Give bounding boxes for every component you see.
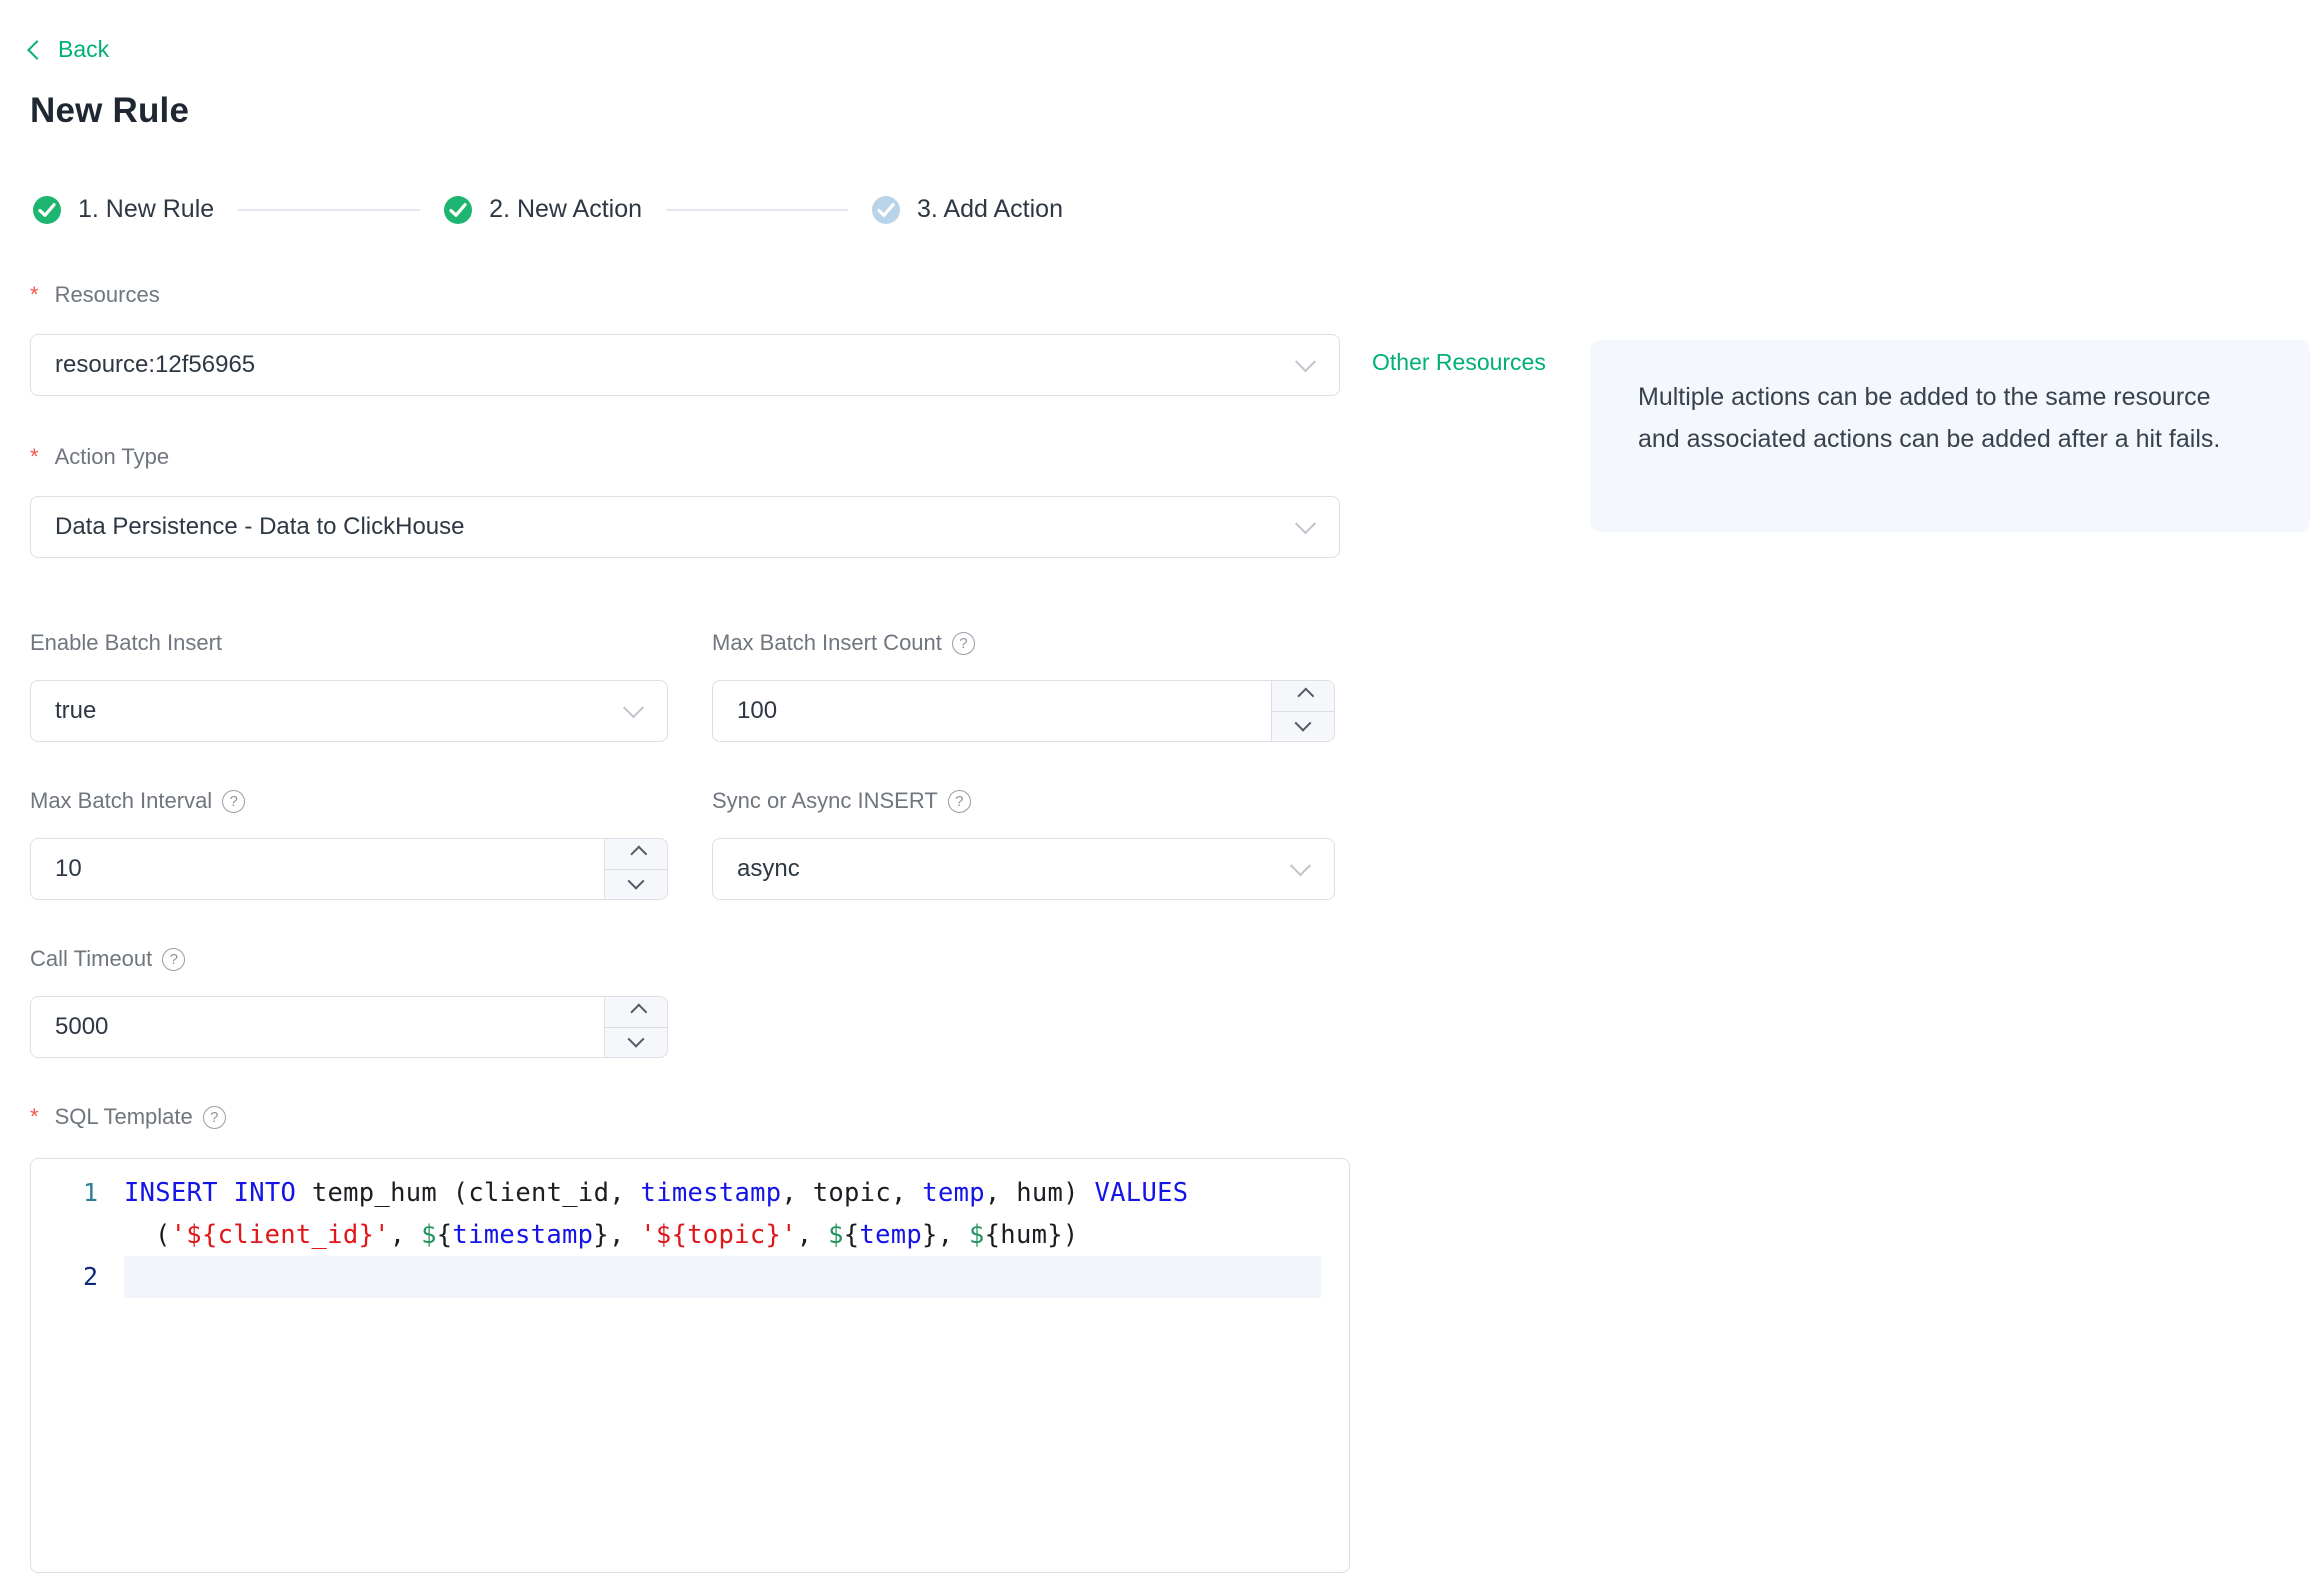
max-batch-interval-label: Max Batch Interval ? <box>30 788 668 814</box>
max-batch-insert-count-value: 100 <box>737 697 778 724</box>
new-rule-page: Back New Rule 1. New Rule 2. New Action … <box>0 0 2310 1586</box>
rule-form: * Resources resource:12f56965 * Action T… <box>30 282 1340 1130</box>
check-circle-icon <box>33 195 61 224</box>
required-asterisk: * <box>30 444 39 469</box>
call-timeout-input[interactable]: 5000 <box>30 996 668 1058</box>
sync-async-label: Sync or Async INSERT ? <box>712 788 1335 814</box>
sql-template-label: * SQL Template ? <box>30 1104 1340 1130</box>
chevron-down-icon <box>1294 351 1317 373</box>
sync-async-label-text: Sync or Async INSERT <box>712 788 938 813</box>
stepper-up-button[interactable] <box>605 997 667 1028</box>
help-icon[interactable]: ? <box>951 631 975 655</box>
help-icon[interactable]: ? <box>162 947 186 971</box>
sql-editor-rows: 1 INSERT INTO temp_hum (client_id, timest… <box>31 1172 1349 1298</box>
stepper-down-button[interactable] <box>605 869 667 899</box>
back-label: Back <box>58 36 110 62</box>
resources-select[interactable]: resource:12f56965 <box>30 334 1340 396</box>
chevron-down-icon <box>1294 513 1317 535</box>
sql-template-label-text: SQL Template <box>54 1104 193 1129</box>
help-icon[interactable]: ? <box>947 789 971 813</box>
info-box: Multiple actions can be added to the sam… <box>1590 340 2310 532</box>
code-line[interactable]: INSERT INTO temp_hum (client_id, timesta… <box>124 1172 1349 1214</box>
page-title: New Rule <box>30 91 190 130</box>
enable-batch-insert-label: Enable Batch Insert <box>30 630 668 656</box>
stepper-down-button[interactable] <box>605 1027 667 1057</box>
help-icon[interactable]: ? <box>222 789 246 813</box>
chevron-down-icon <box>627 1030 645 1048</box>
number-stepper <box>604 997 667 1057</box>
code-row: 1 INSERT INTO temp_hum (client_id, timest… <box>31 1172 1349 1214</box>
step-connector <box>666 208 849 211</box>
call-timeout-value: 5000 <box>55 1013 109 1040</box>
action-type-label-text: Action Type <box>54 444 170 469</box>
stepper-up-button[interactable] <box>1272 681 1334 712</box>
sql-template-editor[interactable]: 1 INSERT INTO temp_hum (client_id, timest… <box>30 1158 1350 1573</box>
back-link[interactable]: Back <box>27 36 110 63</box>
required-asterisk: * <box>30 282 39 307</box>
chevron-down-icon <box>1294 714 1312 732</box>
enable-batch-insert-label-text: Enable Batch Insert <box>30 630 223 655</box>
step-label: 1. New Rule <box>78 195 215 223</box>
wizard-steps: 1. New Rule 2. New Action 3. Add Action <box>33 195 2310 224</box>
required-asterisk: * <box>30 1104 39 1129</box>
stepper-down-button[interactable] <box>1272 711 1334 741</box>
step-label: 3. Add Action <box>917 195 1063 223</box>
max-batch-insert-count-label-text: Max Batch Insert Count <box>712 630 942 655</box>
resources-label: * Resources <box>30 282 1340 308</box>
number-stepper <box>604 839 667 899</box>
resources-label-text: Resources <box>54 282 160 307</box>
max-batch-insert-count-input[interactable]: 100 <box>712 680 1335 742</box>
code-row: 2 <box>31 1256 1349 1298</box>
other-resources-link[interactable]: Other Resources <box>1372 349 1546 376</box>
line-number <box>31 1214 124 1256</box>
step-connector <box>238 208 421 211</box>
sync-async-select[interactable]: async <box>712 838 1335 900</box>
sync-async-value: async <box>737 855 800 882</box>
enable-batch-insert-value: true <box>55 697 97 724</box>
max-batch-interval-input[interactable]: 10 <box>30 838 668 900</box>
info-box-text: Multiple actions can be added to the sam… <box>1638 383 2221 453</box>
max-batch-interval-label-text: Max Batch Interval <box>30 788 213 813</box>
code-line[interactable] <box>124 1256 1321 1298</box>
chevron-up-icon <box>1297 687 1315 705</box>
step-new-action[interactable]: 2. New Action <box>444 195 642 224</box>
check-circle-icon <box>872 195 901 224</box>
chevron-up-icon <box>630 845 648 863</box>
check-circle-icon <box>444 195 473 224</box>
step-new-rule[interactable]: 1. New Rule <box>33 195 214 224</box>
step-add-action[interactable]: 3. Add Action <box>872 195 1063 224</box>
number-stepper <box>1271 681 1334 741</box>
enable-batch-insert-select[interactable]: true <box>30 680 668 742</box>
code-row: ('${client_id}', ${timestamp}, '${topic}… <box>31 1214 1349 1256</box>
line-number: 1 <box>82 1178 98 1207</box>
chevron-down-icon <box>622 697 645 719</box>
action-type-value: Data Persistence - Data to ClickHouse <box>55 513 465 540</box>
action-type-select[interactable]: Data Persistence - Data to ClickHouse <box>30 496 1340 558</box>
code-line[interactable]: ('${client_id}', ${timestamp}, '${topic}… <box>124 1214 1349 1256</box>
stepper-up-button[interactable] <box>605 839 667 870</box>
call-timeout-label-text: Call Timeout <box>30 946 153 971</box>
chevron-down-icon <box>627 872 645 890</box>
back-chevron-icon <box>27 39 47 60</box>
chevron-down-icon <box>1289 855 1312 877</box>
line-number: 2 <box>82 1262 98 1291</box>
action-type-label: * Action Type <box>30 444 1340 470</box>
chevron-up-icon <box>630 1003 648 1021</box>
max-batch-interval-value: 10 <box>55 855 82 882</box>
call-timeout-label: Call Timeout ? <box>30 946 1340 972</box>
step-label: 2. New Action <box>489 195 643 223</box>
resources-value: resource:12f56965 <box>55 351 256 378</box>
help-icon[interactable]: ? <box>202 1105 226 1129</box>
max-batch-insert-count-label: Max Batch Insert Count ? <box>712 630 1335 656</box>
